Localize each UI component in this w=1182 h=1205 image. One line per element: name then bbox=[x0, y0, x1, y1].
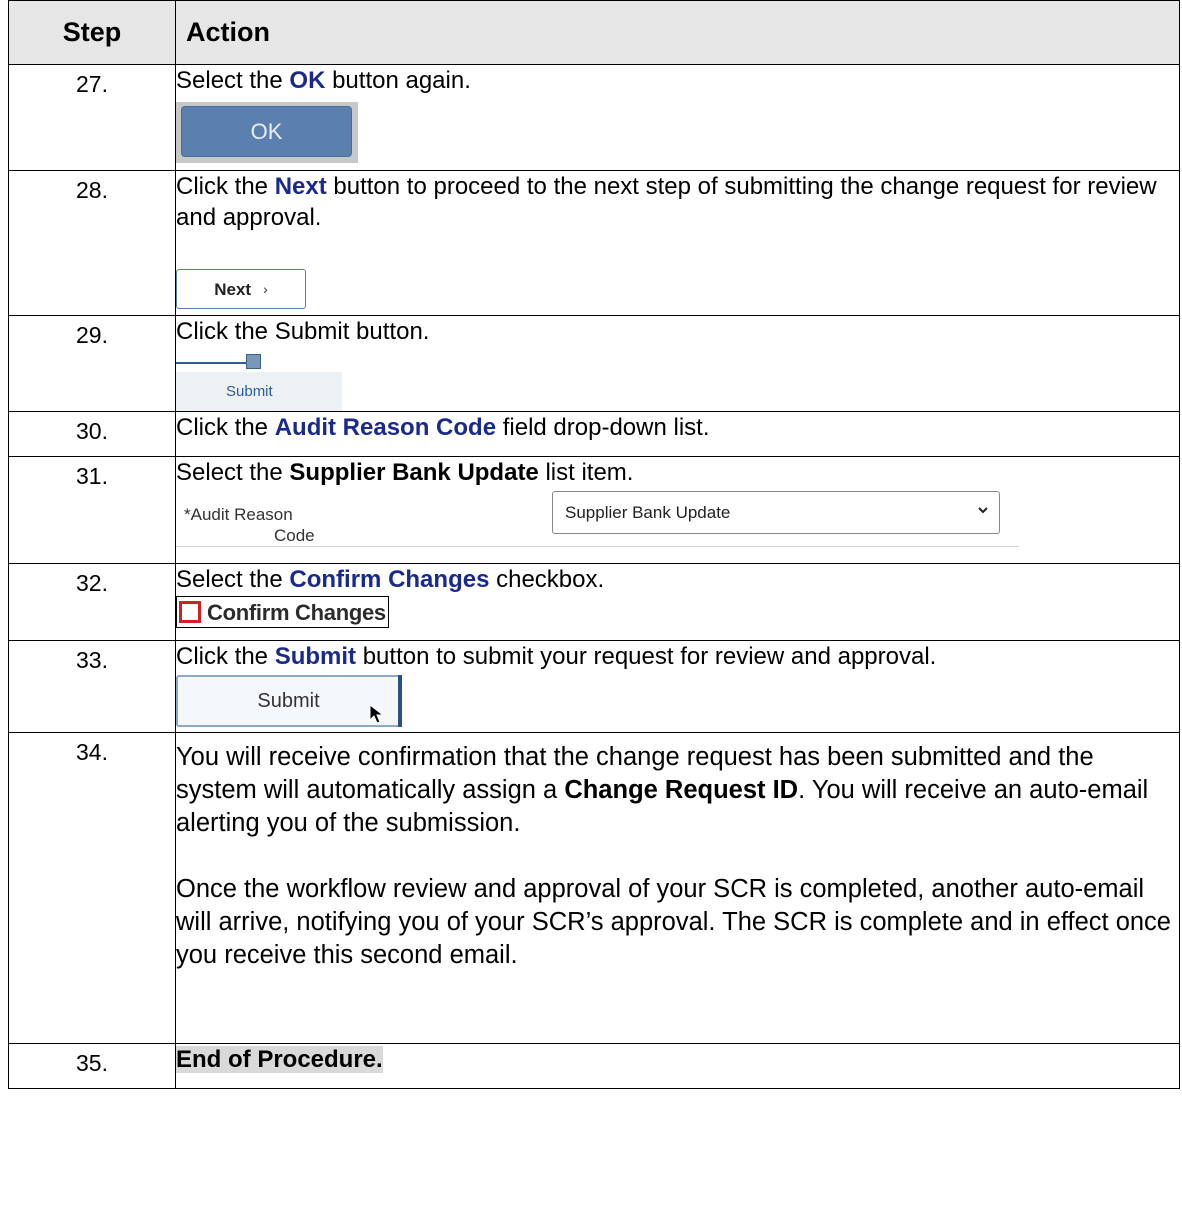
step-paragraph-1: You will receive confirmation that the c… bbox=[176, 743, 1149, 837]
step-instruction: Select the Supplier Bank Update list ite… bbox=[176, 459, 634, 486]
step-action: Click the Audit Reason Code field drop-d… bbox=[175, 411, 1180, 457]
step-instruction: Click the Submit button. bbox=[176, 318, 430, 345]
table-row: 31. Select the Supplier Bank Update list… bbox=[8, 456, 1180, 564]
step-action: Click the Submit button to submit your r… bbox=[175, 640, 1180, 733]
table-row: 30. Click the Audit Reason Code field dr… bbox=[8, 411, 1180, 457]
step-action: Select the Supplier Bank Update list ite… bbox=[175, 456, 1180, 564]
header-action: Action bbox=[175, 0, 1180, 65]
progress-knob bbox=[246, 354, 261, 369]
audit-reason-code-select[interactable]: Supplier Bank Update bbox=[552, 491, 1000, 534]
ok-button-screenshot: OK bbox=[176, 102, 358, 163]
table-row: 33. Click the Submit button to submit yo… bbox=[8, 640, 1180, 733]
step-instruction: Select the OK button again. bbox=[176, 67, 471, 94]
step-action: End of Procedure. bbox=[175, 1043, 1180, 1089]
step-action: Click the Next button to proceed to the … bbox=[175, 170, 1180, 316]
table-header-row: Step Action bbox=[8, 0, 1180, 65]
submit-step-button[interactable]: Submit bbox=[176, 372, 342, 411]
table-row: 27. Select the OK button again. OK bbox=[8, 64, 1180, 171]
audit-reason-code-field: *Audit Reason Code Supplier Bank Update bbox=[176, 490, 1019, 552]
audit-reason-code-label: *Audit Reason Code bbox=[184, 505, 315, 545]
step-instruction: Select the Confirm Changes checkbox. bbox=[176, 566, 605, 593]
button-edge bbox=[398, 675, 402, 727]
step-number: 32. bbox=[76, 570, 108, 596]
step-number: 34. bbox=[76, 739, 108, 765]
confirm-changes-checkbox[interactable]: Confirm Changes bbox=[176, 596, 389, 628]
submit-button[interactable]: Submit bbox=[176, 675, 402, 727]
step-number: 30. bbox=[76, 418, 108, 444]
chevron-right-icon: › bbox=[263, 280, 268, 297]
header-step: Step bbox=[8, 0, 176, 65]
mouse-pointer-icon bbox=[369, 704, 385, 724]
step-action: Click the Submit button. Submit bbox=[175, 315, 1180, 412]
table-row: 35. End of Procedure. bbox=[8, 1043, 1180, 1089]
step-number: 35. bbox=[76, 1050, 108, 1076]
ok-button[interactable]: OK bbox=[181, 106, 352, 157]
checkbox-icon bbox=[179, 601, 201, 623]
end-of-procedure: End of Procedure. bbox=[176, 1046, 383, 1073]
step-number: 28. bbox=[76, 177, 108, 203]
progress-line bbox=[176, 362, 246, 364]
table-row: 29. Click the Submit button. Submit bbox=[8, 315, 1180, 412]
table-row: 34. You will receive confirmation that t… bbox=[8, 732, 1180, 1044]
step-number: 27. bbox=[76, 71, 108, 97]
table-row: 28. Click the Next button to proceed to … bbox=[8, 170, 1180, 316]
step-number: 33. bbox=[76, 647, 108, 673]
table-row: 32. Select the Confirm Changes checkbox.… bbox=[8, 563, 1180, 641]
step-action: Select the OK button again. OK bbox=[175, 64, 1180, 171]
step-paragraph-2: Once the workflow review and approval of… bbox=[176, 875, 1171, 969]
procedure-table: Step Action 27. Select the OK button aga… bbox=[8, 0, 1180, 1089]
submit-step-indicator: Submit bbox=[176, 351, 342, 411]
step-instruction: Click the Audit Reason Code field drop-d… bbox=[176, 414, 710, 441]
step-number: 31. bbox=[76, 463, 108, 489]
step-action: You will receive confirmation that the c… bbox=[175, 732, 1180, 1044]
step-instruction: Click the Next button to proceed to the … bbox=[176, 173, 1157, 231]
step-instruction: Click the Submit button to submit your r… bbox=[176, 643, 937, 670]
step-number: 29. bbox=[76, 322, 108, 348]
next-button[interactable]: Next › bbox=[176, 269, 306, 309]
confirm-changes-label: Confirm Changes bbox=[207, 599, 386, 625]
step-action: Select the Confirm Changes checkbox. Con… bbox=[175, 563, 1180, 641]
divider bbox=[176, 546, 1019, 547]
chevron-down-icon bbox=[978, 507, 988, 514]
